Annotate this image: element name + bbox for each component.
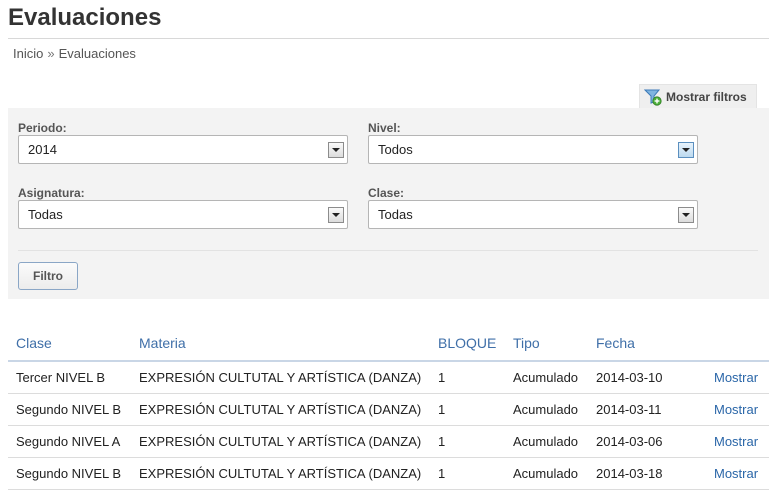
cell-bloque: 1	[430, 361, 505, 394]
column-header-tipo[interactable]: Tipo	[505, 325, 588, 362]
chevron-down-icon[interactable]	[328, 142, 344, 158]
column-header-clase[interactable]: Clase	[8, 325, 131, 362]
table-row: Segundo NIVEL A EXPRESIÓN CULTUTAL Y ART…	[8, 425, 769, 458]
breadcrumb-home-link[interactable]: Inicio	[13, 46, 43, 61]
cell-materia: EXPRESIÓN CULTUTAL Y ARTÍSTICA (DANZA)	[131, 361, 430, 394]
show-link[interactable]: Mostrar	[706, 393, 769, 426]
column-header-fecha[interactable]: Fecha	[588, 325, 706, 362]
periodo-value: 2014	[28, 142, 57, 157]
filter-add-icon	[643, 88, 662, 106]
cell-bloque: 1	[430, 393, 505, 426]
periodo-select[interactable]: 2014	[18, 135, 348, 164]
nivel-label: Nivel:	[368, 121, 401, 135]
cell-clase: Segundo NIVEL B	[8, 457, 131, 490]
breadcrumb: Inicio » Evaluaciones	[13, 46, 136, 61]
cell-materia: EXPRESIÓN CULTUTAL Y ARTÍSTICA (DANZA)	[131, 457, 430, 490]
cell-tipo: Acumulado	[505, 425, 588, 458]
cell-bloque: 1	[430, 457, 505, 490]
breadcrumb-separator: »	[47, 46, 55, 61]
chevron-down-icon[interactable]	[678, 207, 694, 223]
cell-clase: Segundo NIVEL A	[8, 425, 131, 458]
table-row: Segundo NIVEL B EXPRESIÓN CULTUTAL Y ART…	[8, 393, 769, 426]
show-link[interactable]: Mostrar	[706, 425, 769, 458]
clase-value: Todas	[378, 207, 413, 222]
table-header-row: Clase Materia BLOQUE Tipo Fecha	[8, 325, 769, 362]
cell-materia: EXPRESIÓN CULTUTAL Y ARTÍSTICA (DANZA)	[131, 425, 430, 458]
cell-fecha: 2014-03-11	[588, 393, 706, 426]
table-row: Tercer NIVEL B EXPRESIÓN CULTUTAL Y ARTÍ…	[8, 361, 769, 394]
nivel-select[interactable]: Todos	[368, 135, 698, 164]
cell-materia: EXPRESIÓN CULTUTAL Y ARTÍSTICA (DANZA)	[131, 393, 430, 426]
show-filters-label: Mostrar filtros	[666, 89, 747, 104]
show-filters-button[interactable]: Mostrar filtros	[639, 84, 757, 109]
clase-label: Clase:	[368, 186, 405, 200]
cell-bloque: 1	[430, 425, 505, 458]
cell-fecha: 2014-03-18	[588, 457, 706, 490]
table-row: Segundo NIVEL B EXPRESIÓN CULTUTAL Y ART…	[8, 457, 769, 490]
cell-fecha: 2014-03-10	[588, 361, 706, 394]
show-link[interactable]: Mostrar	[706, 361, 769, 394]
cell-fecha: 2014-03-06	[588, 425, 706, 458]
show-link[interactable]: Mostrar	[706, 457, 769, 490]
cell-clase: Tercer NIVEL B	[8, 361, 131, 394]
chevron-down-icon[interactable]	[328, 207, 344, 223]
page-title: Evaluaciones	[8, 4, 162, 31]
filter-divider	[18, 250, 758, 251]
asignatura-value: Todas	[28, 207, 63, 222]
asignatura-select[interactable]: Todas	[18, 200, 348, 229]
column-header-materia[interactable]: Materia	[131, 325, 430, 362]
cell-tipo: Acumulado	[505, 393, 588, 426]
clase-select[interactable]: Todas	[368, 200, 698, 229]
periodo-label: Periodo:	[18, 121, 67, 135]
cell-tipo: Acumulado	[505, 457, 588, 490]
breadcrumb-current: Evaluaciones	[58, 46, 136, 61]
cell-tipo: Acumulado	[505, 361, 588, 394]
nivel-value: Todos	[378, 142, 413, 157]
filter-submit-button[interactable]: Filtro	[18, 262, 78, 290]
chevron-down-icon[interactable]	[678, 142, 694, 158]
cell-clase: Segundo NIVEL B	[8, 393, 131, 426]
column-header-actions	[706, 325, 769, 362]
asignatura-label: Asignatura:	[18, 186, 85, 200]
evaluations-table: Clase Materia BLOQUE Tipo Fecha Tercer N…	[8, 325, 769, 490]
column-header-bloque[interactable]: BLOQUE	[430, 325, 505, 362]
filter-panel: Periodo: 2014 Nivel: Todos Asignatura: T…	[8, 108, 769, 299]
title-divider	[8, 38, 769, 39]
